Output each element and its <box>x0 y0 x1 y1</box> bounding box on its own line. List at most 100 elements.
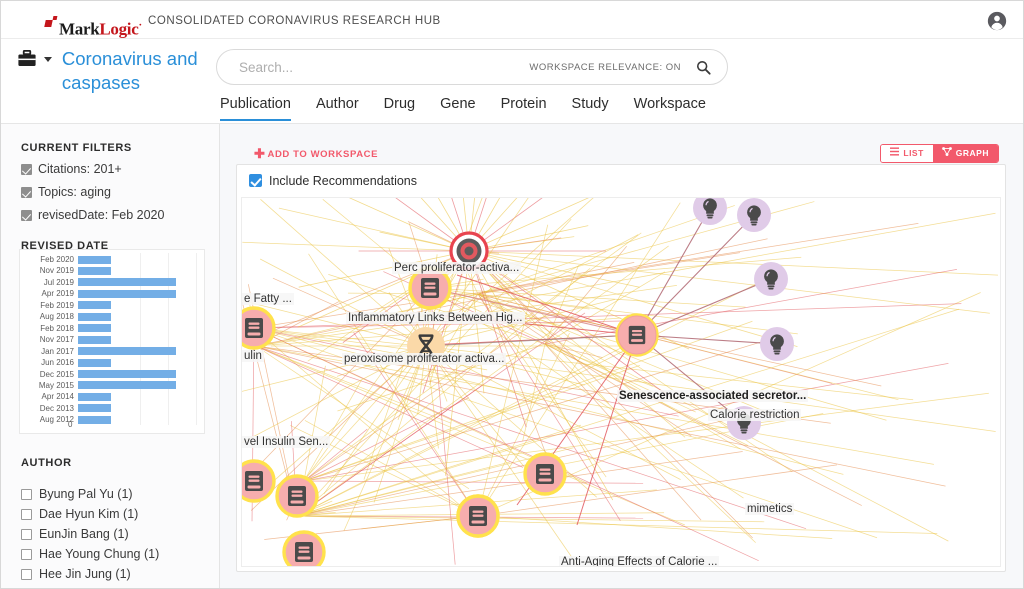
histogram-row[interactable]: Feb 2020 <box>20 254 204 266</box>
histogram-row[interactable]: Dec 2015 <box>20 369 204 381</box>
account-circle-icon[interactable] <box>987 11 1007 31</box>
histogram-bar[interactable] <box>78 278 176 286</box>
include-recommendations-label: Include Recommendations <box>269 174 417 188</box>
graph-node-label[interactable]: ulin <box>242 350 264 362</box>
checkbox-icon[interactable] <box>21 489 32 500</box>
histogram-category-label: Dec 2015 <box>20 369 74 381</box>
histogram-category-label: Nov 2017 <box>20 334 74 346</box>
histogram-row[interactable]: Jun 2016 <box>20 357 204 369</box>
author-label: Hee Jin Jung (1) <box>39 567 131 581</box>
graph-node-label[interactable]: peroxisome proliferator activa... <box>342 353 506 365</box>
histogram-bar[interactable] <box>78 301 111 309</box>
logo-square-large-icon <box>44 20 52 27</box>
view-graph-button[interactable]: GRAPH <box>933 145 998 162</box>
graph-node-label[interactable]: Anti-Aging Effects of Calorie ... <box>559 556 719 567</box>
histogram-row[interactable]: Dec 2013 <box>20 403 204 415</box>
tab-protein[interactable]: Protein <box>501 96 547 121</box>
histogram-row[interactable]: Apr 2014 <box>20 391 204 403</box>
author-item-hee-jin-jung[interactable]: Hee Jin Jung (1) <box>21 567 131 581</box>
checkbox-icon[interactable] <box>21 549 32 560</box>
checkbox-checked-icon[interactable] <box>21 210 32 221</box>
tab-gene[interactable]: Gene <box>440 96 475 121</box>
workspace-selector[interactable]: Coronavirus and caspases <box>17 47 207 95</box>
histogram-row[interactable]: Nov 2019 <box>20 265 204 277</box>
add-to-workspace-label: ADD TO WORKSPACE <box>268 149 379 160</box>
search-icon[interactable] <box>696 60 711 75</box>
knowledge-graph-canvas[interactable]: e Fatty ... ulin vel Insulin Sen... Perc pr… <box>241 197 1001 567</box>
author-label: Hae Young Chung (1) <box>39 547 159 561</box>
checkbox-icon[interactable] <box>21 569 32 580</box>
histogram-category-label: Feb 2019 <box>20 300 74 312</box>
graph-node-label[interactable]: e Fatty ... <box>242 293 294 305</box>
author-item-hae-young-chung[interactable]: Hae Young Chung (1) <box>21 547 159 561</box>
hub-title: CONSOLIDATED CORONAVIRUS RESEARCH HUB <box>148 15 441 27</box>
histogram-row[interactable]: May 2015 <box>20 380 204 392</box>
revised-date-histogram[interactable]: 0 Feb 2020Nov 2019Jul 2019Apr 2019Feb 20… <box>19 249 205 434</box>
histogram-bar[interactable] <box>78 404 111 412</box>
filter-citations[interactable]: Citations: 201+ <box>21 162 219 176</box>
histogram-category-label: Apr 2014 <box>20 391 74 403</box>
book-icon <box>295 542 313 562</box>
graph-edge <box>297 516 764 522</box>
histogram-bar[interactable] <box>78 370 176 378</box>
author-item-dae-hyun-kim[interactable]: Dae Hyun Kim (1) <box>21 507 138 521</box>
histogram-bar[interactable] <box>78 336 111 344</box>
application-window: MarkLogic· CONSOLIDATED CORONAVIRUS RESE… <box>0 0 1024 589</box>
search-input[interactable] <box>237 50 537 84</box>
graph-node-label[interactable]: Perc proliferator-activa... <box>392 262 521 274</box>
graph-svg <box>242 198 1000 566</box>
histogram-bar[interactable] <box>78 381 176 389</box>
main-content-panel: ✚ADD TO WORKSPACE LIST GRAPH Include Rec… <box>220 124 1023 589</box>
graph-node-label[interactable]: vel Insulin Sen... <box>242 436 330 448</box>
histogram-row[interactable]: Jul 2019 <box>20 277 204 289</box>
tab-drug[interactable]: Drug <box>384 96 415 121</box>
histogram-row[interactable]: Apr 2019 <box>20 288 204 300</box>
tab-author[interactable]: Author <box>316 96 359 121</box>
book-icon <box>536 464 554 484</box>
entity-tabs: Publication Author Drug Gene Protein Study Wor… <box>220 95 731 123</box>
histogram-row[interactable]: Aug 2018 <box>20 311 204 323</box>
histogram-row[interactable]: Aug 2012 <box>20 414 204 426</box>
filter-topics[interactable]: Topics: aging <box>21 185 219 199</box>
histogram-bar[interactable] <box>78 393 111 401</box>
graph-card: Include Recommendations e Fatty ... ulin v… <box>236 164 1006 572</box>
checkbox-checked-icon[interactable] <box>21 187 32 198</box>
checkbox-icon[interactable] <box>21 529 32 540</box>
graph-node-label[interactable]: Inflammatory Links Between Hig... <box>346 312 525 324</box>
list-icon <box>890 145 899 162</box>
include-recommendations-checkbox[interactable]: Include Recommendations <box>249 174 417 188</box>
histogram-bar[interactable] <box>78 313 111 321</box>
tab-workspace[interactable]: Workspace <box>634 96 706 121</box>
view-list-button[interactable]: LIST <box>881 145 932 162</box>
graph-node-label[interactable]: mimetics <box>745 503 794 515</box>
checkbox-checked-icon[interactable] <box>21 164 32 175</box>
checkbox-checked-icon[interactable] <box>249 174 262 187</box>
graph-node-label[interactable]: Senescence-associated secretor... <box>617 390 808 402</box>
book-icon <box>421 278 439 298</box>
author-item-eunjin-bang[interactable]: EunJin Bang (1) <box>21 527 129 541</box>
graph-node[interactable] <box>465 247 474 256</box>
histogram-bar[interactable] <box>78 359 111 367</box>
tab-study[interactable]: Study <box>572 96 609 121</box>
histogram-bar[interactable] <box>78 347 176 355</box>
histogram-row[interactable]: Feb 2018 <box>20 323 204 335</box>
histogram-row[interactable]: Feb 2019 <box>20 300 204 312</box>
histogram-bar[interactable] <box>78 324 111 332</box>
author-item-byung-pal-yu[interactable]: Byung Pal Yu (1) <box>21 487 133 501</box>
histogram-bar[interactable] <box>78 416 111 424</box>
tab-publication[interactable]: Publication <box>220 96 291 121</box>
workspace-relevance-toggle[interactable]: WORKSPACE RELEVANCE: ON <box>529 62 681 73</box>
histogram-bar[interactable] <box>78 256 111 264</box>
book-icon <box>245 318 263 338</box>
histogram-row[interactable]: Jan 2017 <box>20 346 204 358</box>
add-to-workspace-button[interactable]: ✚ADD TO WORKSPACE <box>254 146 378 162</box>
histogram-bar[interactable] <box>78 290 176 298</box>
workspace-name[interactable]: Coronavirus and caspases <box>62 47 202 95</box>
histogram-row[interactable]: Nov 2017 <box>20 334 204 346</box>
graph-node-label[interactable]: Calorie restriction <box>708 409 801 421</box>
histogram-bar[interactable] <box>78 267 111 275</box>
chevron-down-icon[interactable] <box>44 57 52 62</box>
graph-edge <box>255 346 426 498</box>
filter-revised-date[interactable]: revisedDate: Feb 2020 <box>21 208 219 222</box>
checkbox-icon[interactable] <box>21 509 32 520</box>
